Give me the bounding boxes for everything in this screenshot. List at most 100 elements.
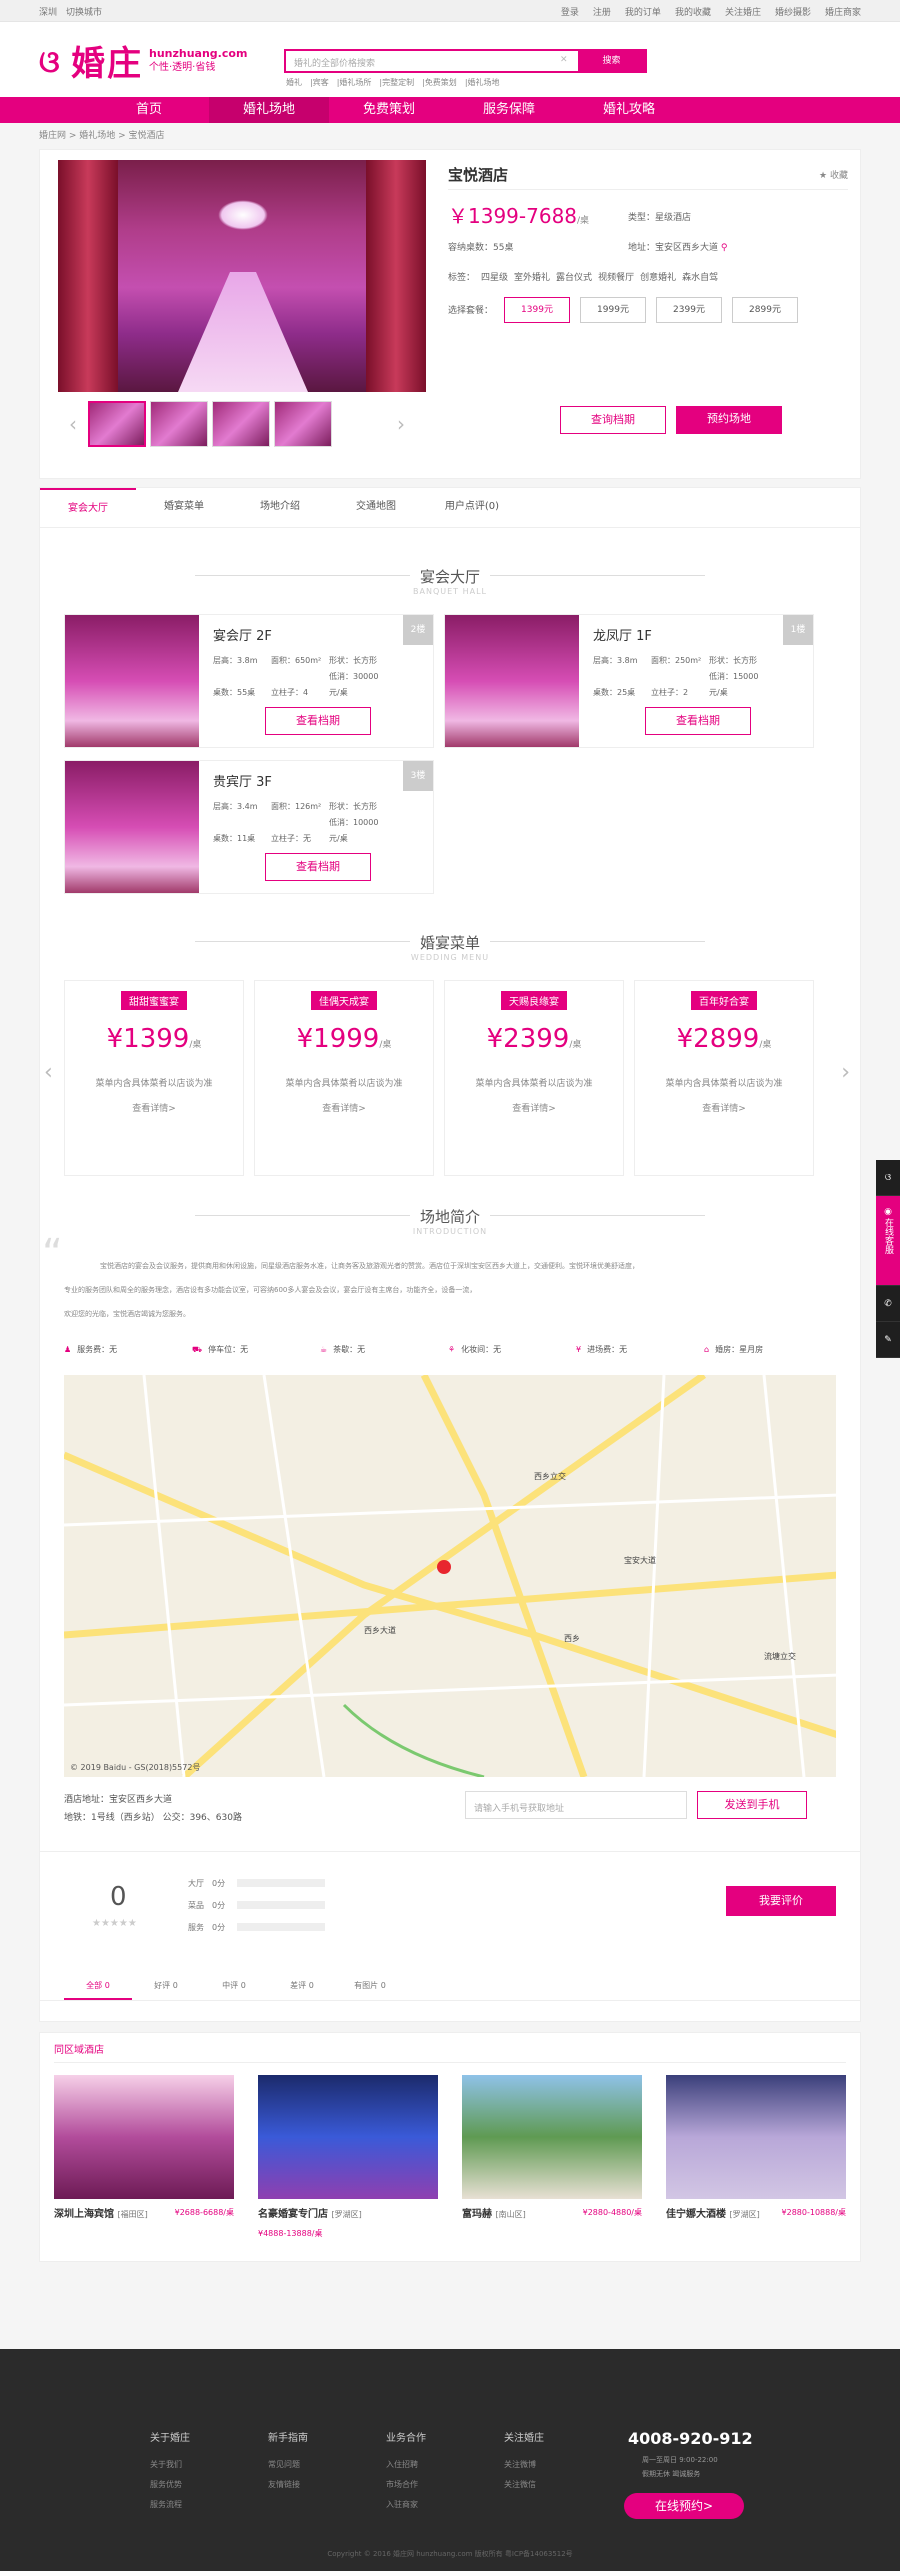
review-tab-all[interactable]: 全部 0	[64, 1971, 132, 2000]
review-tab-good[interactable]: 好评 0	[132, 1971, 200, 2000]
thumbnail[interactable]	[274, 401, 332, 447]
footer-link[interactable]: 市场合作	[386, 2475, 504, 2495]
hall-photo	[65, 761, 199, 893]
search-clear-icon[interactable]: ✕	[560, 51, 578, 71]
facility-label: 进场费：无	[587, 1345, 628, 1354]
hot-word[interactable]: 完整定制	[382, 78, 414, 87]
switch-city-link[interactable]: 切换城市	[66, 8, 102, 18]
hall-schedule-button[interactable]: 查看档期	[645, 707, 751, 735]
main-nav: 首页 婚礼场地 免费策划 服务保障 婚礼攻略	[0, 97, 900, 123]
package-option[interactable]: 2399元	[656, 297, 722, 323]
nav-venues[interactable]: 婚礼场地	[209, 97, 329, 123]
menu-detail-link[interactable]: 查看详情>	[255, 1101, 433, 1114]
nearby-card[interactable]: ¥2688-6688/桌 深圳上海宾馆 [福田区]	[54, 2075, 234, 2239]
hall-card: 3楼 贵宾厅 3F 层高：3.4m 面积：126m² 形状：长方形桌数：11桌 立柱子：无…	[64, 760, 434, 894]
footer-link[interactable]: 服务流程	[150, 2495, 268, 2515]
orders-link[interactable]: 我的订单	[625, 8, 661, 18]
check-schedule-button[interactable]: 查询档期	[560, 406, 666, 434]
hours-line: 周一至周日 9:00-22:00	[642, 2456, 718, 2464]
hot-word[interactable]: 婚礼场地	[468, 78, 500, 87]
menu-price: ¥1399	[106, 1024, 190, 1054]
menu-card: 佳偶天成宴 ¥1999/桌 菜单内含具体菜肴以店谈为准 查看详情>	[254, 980, 434, 1176]
review-tab-photos[interactable]: 有图片 0	[336, 1971, 404, 2000]
logo-domain: hunzhuang.com	[149, 46, 248, 60]
login-link[interactable]: 登录	[561, 8, 579, 18]
tab-intro[interactable]: 场地介绍	[232, 488, 328, 527]
phone-icon[interactable]: ✆	[876, 1286, 900, 1322]
thumbnail[interactable]	[88, 401, 146, 447]
location-map[interactable]: 西乡立交 西乡大道 宝安大道 流塘立交 西乡 © 2019 Baidu - GS…	[64, 1375, 836, 1777]
search-input[interactable]: 婚礼的全部价格搜索	[286, 51, 560, 71]
register-link[interactable]: 注册	[593, 8, 611, 18]
favorites-link[interactable]: 我的收藏	[675, 8, 711, 18]
online-booking-button[interactable]: 在线预约>	[624, 2493, 744, 2519]
footer-link[interactable]: 关于我们	[150, 2455, 268, 2475]
hot-word[interactable]: 免费策划	[425, 78, 457, 87]
hall-schedule-button[interactable]: 查看档期	[265, 853, 371, 881]
merchant-link[interactable]: 婚庄商家	[825, 8, 861, 18]
phone-input[interactable]: 请输入手机号获取地址	[465, 1791, 687, 1819]
nav-guide[interactable]: 婚礼攻略	[569, 97, 689, 123]
score-value: 0分	[212, 1900, 226, 1910]
nav-home[interactable]: 首页	[89, 97, 209, 123]
facility-item: ¥ 进场费：无	[576, 1344, 704, 1355]
footer-link[interactable]: 入住招聘	[386, 2455, 504, 2475]
footer-link[interactable]: 常见问题	[268, 2455, 386, 2475]
menu-detail-link[interactable]: 查看详情>	[635, 1101, 813, 1114]
logo-mini-icon[interactable]: ଓ	[876, 1160, 900, 1196]
edit-icon[interactable]: ✎	[876, 1322, 900, 1358]
prev-arrow-icon[interactable]: ‹	[58, 412, 88, 436]
nav-guarantee[interactable]: 服务保障	[449, 97, 569, 123]
package-option[interactable]: 2899元	[732, 297, 798, 323]
nearby-card[interactable]: 名豪婚宴专门店 [罗湖区] ¥4888-13888/桌	[258, 2075, 438, 2239]
hot-word[interactable]: 婚礼场所	[339, 78, 371, 87]
tag: 四星级	[481, 273, 509, 283]
package-option[interactable]: 1399元	[504, 297, 570, 323]
thumbnail[interactable]	[212, 401, 270, 447]
chat-icon: ◉	[884, 1207, 892, 1217]
footer-link[interactable]: 关注微信	[504, 2475, 622, 2495]
online-service-button[interactable]: ◉ 在线客服	[876, 1196, 900, 1286]
tab-menu[interactable]: 婚宴菜单	[136, 488, 232, 527]
send-to-phone-button[interactable]: 发送到手机	[697, 1791, 807, 1819]
photo-link[interactable]: 婚纱摄影	[775, 8, 811, 18]
menu-next-icon[interactable]: ›	[841, 1060, 850, 1085]
tab-map[interactable]: 交通地图	[328, 488, 424, 527]
review-tab-bad[interactable]: 差评 0	[268, 1971, 336, 2000]
logo[interactable]: ଓ 婚庄 hunzhuang.com 个性·透明·省钱	[39, 36, 247, 85]
next-arrow-icon[interactable]: ›	[386, 412, 416, 436]
footer-link[interactable]: 关注微博	[504, 2455, 622, 2475]
nav-planning[interactable]: 免费策划	[329, 97, 449, 123]
score-key: 大厅	[188, 1878, 204, 1888]
write-review-button[interactable]: 我要评价	[726, 1886, 836, 1916]
hot-words: 婚礼 |宾客 |婚礼场所 |完整定制 |免费策划 |婚礼场地	[286, 78, 500, 87]
footer-link[interactable]: 友情链接	[268, 2475, 386, 2495]
menu-detail-link[interactable]: 查看详情>	[445, 1101, 623, 1114]
hall-schedule-button[interactable]: 查看档期	[265, 707, 371, 735]
menu-tag: 天赐良缘宴	[501, 991, 567, 1010]
hall-spec: 面积：650m²	[271, 656, 322, 665]
thumbnail[interactable]	[150, 401, 208, 447]
follow-link[interactable]: 关注婚庄	[725, 8, 761, 18]
hot-word[interactable]: 宾客	[313, 78, 329, 87]
tea-icon: ☕	[320, 1345, 328, 1354]
tab-halls[interactable]: 宴会大厅	[40, 488, 136, 527]
review-tab-neutral[interactable]: 中评 0	[200, 1971, 268, 2000]
footer-link[interactable]: 服务优势	[150, 2475, 268, 2495]
tab-reviews[interactable]: 用户点评(0)	[424, 488, 520, 527]
menu-detail-link[interactable]: 查看详情>	[65, 1101, 243, 1114]
nearby-card[interactable]: ¥2880-4880/桌 富玛赫 [南山区]	[462, 2075, 642, 2239]
footer-link[interactable]: 入驻商家	[386, 2495, 504, 2515]
nearby-price: ¥4888-13888/桌	[258, 2229, 323, 2238]
search-button[interactable]: 搜索	[578, 51, 645, 71]
package-option[interactable]: 1999元	[580, 297, 646, 323]
favorite-button[interactable]: ★ 收藏	[819, 168, 848, 181]
book-venue-button[interactable]: 预约场地	[676, 406, 782, 434]
menu-prev-icon[interactable]: ‹	[44, 1060, 53, 1085]
nearby-card[interactable]: ¥2880-10888/桌 佳宁娜大酒楼 [罗湖区]	[666, 2075, 846, 2239]
hot-word[interactable]: 婚礼	[286, 78, 302, 87]
breadcrumb: 婚庄网 > 婚礼场地 > 宝悦酒店	[39, 131, 165, 141]
hotel-main-photo	[58, 160, 426, 392]
nearby-name: 深圳上海宾馆	[54, 2209, 114, 2220]
hotel-name: 宝悦酒店	[448, 160, 848, 190]
